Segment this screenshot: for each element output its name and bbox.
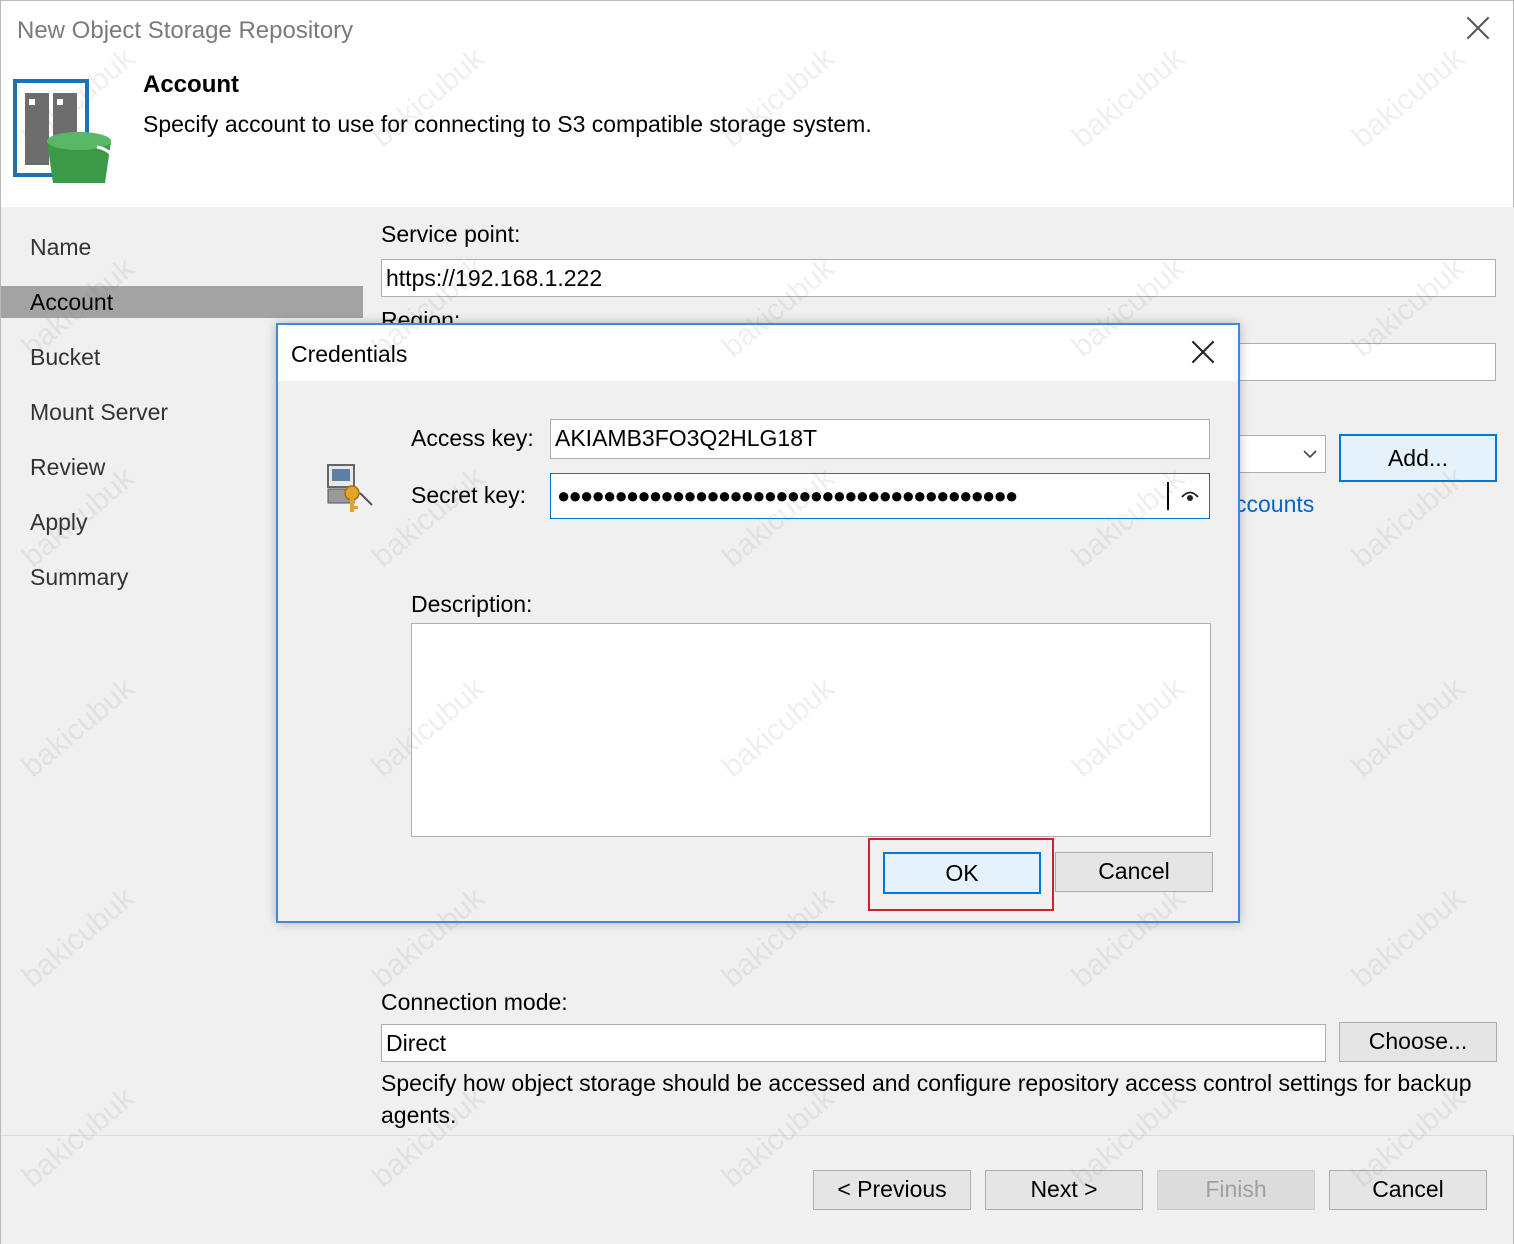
text-caret xyxy=(1167,482,1169,510)
finish-button: Finish xyxy=(1157,1170,1315,1210)
access-key-input[interactable]: AKIAMB3FO3Q2HLG18T xyxy=(550,419,1210,459)
manage-accounts-link[interactable]: ccounts xyxy=(1235,491,1314,518)
region-label: Region: xyxy=(381,307,461,323)
wizard-window: New Object Storage Repository Account Sp… xyxy=(0,0,1514,1244)
dialog-titlebar: Credentials xyxy=(278,325,1238,381)
service-point-label: Service point: xyxy=(381,221,521,247)
step-account[interactable]: Account xyxy=(1,286,363,318)
window-titlebar: New Object Storage Repository xyxy=(1,1,1513,61)
step-name[interactable]: Name xyxy=(1,231,363,263)
next-button[interactable]: Next > xyxy=(985,1170,1143,1210)
page-title: Account xyxy=(143,71,239,98)
choose-connection-mode-button[interactable]: Choose... xyxy=(1339,1022,1497,1062)
description-label: Description: xyxy=(411,591,533,617)
credentials-dialog: Credentials Access key: AKIAMB3FO3Q2HLG1… xyxy=(276,323,1240,923)
connection-mode-label: Connection mode: xyxy=(381,989,568,1015)
window-title: New Object Storage Repository xyxy=(17,17,354,44)
connection-mode-help: Specify how object storage should be acc… xyxy=(381,1070,1472,1128)
access-key-label: Access key: xyxy=(411,425,534,451)
secret-key-label: Secret key: xyxy=(411,482,527,508)
secret-key-mask: ●●●●●●●●●●●●●●●●●●●●●●●●●●●●●●●●●●●●●●●● xyxy=(557,483,1018,508)
description-textarea[interactable] xyxy=(411,623,1211,837)
service-point-input[interactable]: https://192.168.1.222 xyxy=(381,259,1496,297)
show-password-eye-icon[interactable] xyxy=(1179,486,1201,506)
cancel-button[interactable]: Cancel xyxy=(1329,1170,1487,1210)
previous-button[interactable]: < Previous xyxy=(813,1170,971,1210)
ok-highlight-box xyxy=(868,838,1054,911)
dialog-cancel-button[interactable]: Cancel xyxy=(1055,852,1213,892)
add-credentials-button[interactable]: Add... xyxy=(1339,434,1497,482)
close-icon[interactable] xyxy=(1463,13,1493,43)
page-description: Specify account to use for connecting to… xyxy=(143,111,872,137)
secret-key-input[interactable]: ●●●●●●●●●●●●●●●●●●●●●●●●●●●●●●●●●●●●●●●● xyxy=(550,473,1210,519)
key-computer-icon xyxy=(327,464,373,512)
storage-bucket-icon xyxy=(13,79,114,183)
wizard-footer: < Previous Next > Finish Cancel xyxy=(1,1135,1513,1244)
dialog-title: Credentials xyxy=(291,341,408,367)
dialog-close-icon[interactable] xyxy=(1190,339,1216,365)
connection-mode-field: Direct xyxy=(381,1024,1326,1062)
wizard-header: Account Specify account to use for conne… xyxy=(1,61,1513,207)
chevron-down-icon xyxy=(1303,450,1317,459)
